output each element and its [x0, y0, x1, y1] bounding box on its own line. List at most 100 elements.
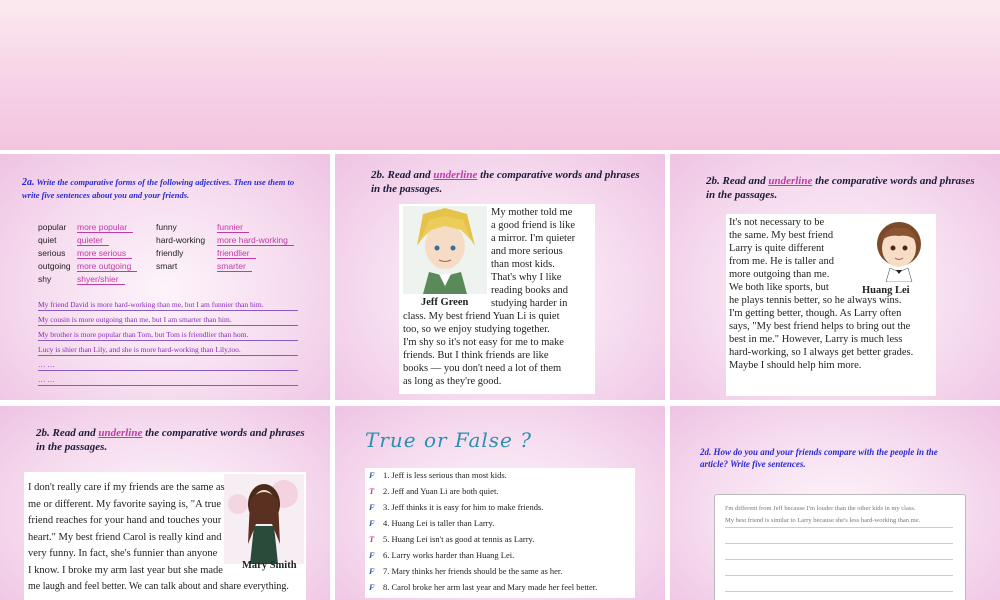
sentence-4: Lucy is shier than Lily, and she is more…: [38, 345, 298, 356]
answer: more hard-working: [217, 235, 294, 246]
slide-heading: 2b. Read and underline the comparative w…: [706, 175, 975, 201]
sentence-6: … …: [38, 375, 298, 386]
tf-item: F 8. Carol broke her arm last year and Ma…: [369, 582, 597, 592]
passage-line: I'm shy so it's not easy for me to make: [403, 337, 564, 348]
example-sentence: I'm different from Jeff because I'm loud…: [725, 505, 916, 512]
answer: shyer/shier: [77, 274, 125, 285]
adjective: quiet: [38, 235, 57, 245]
passage-line: a good friend is like: [491, 220, 575, 231]
adjective: shy: [38, 274, 52, 284]
tf-mark: T: [369, 534, 375, 544]
passage-line: from me. He is taller and: [729, 256, 834, 267]
tf-item: F 7. Mary thinks her friends should be th…: [369, 566, 562, 576]
writing-line: [725, 543, 953, 544]
answer: more outgoing: [77, 261, 138, 272]
writing-line: [725, 575, 953, 576]
writing-line: [725, 559, 953, 560]
passage-line: I don't really care if my friends are th…: [28, 482, 225, 493]
slide-2b-jeff[interactable]: 2b. Read and underline the comparative w…: [335, 154, 665, 400]
passage-line: best in me." However, Larry is much less: [729, 334, 903, 345]
passage-line: the same. My best friend: [729, 230, 834, 241]
top-banner: [0, 0, 1000, 150]
answer: more serious: [77, 248, 133, 259]
tf-item: F 3. Jeff thinks it is easy for him to ma…: [369, 502, 543, 512]
passage-line: books — you don't need a lot of them: [403, 363, 562, 374]
tf-text: 7. Mary thinks her friends should be the…: [383, 566, 563, 576]
sentence-2: My cousin is more outgoing than me, but …: [38, 315, 298, 326]
passage-line: heart." My best friend Carol is really k…: [28, 531, 222, 543]
writing-worksheet[interactable]: I'm different from Jeff because I'm loud…: [714, 494, 966, 600]
passage-line: me or different. My favorite saying is, …: [28, 498, 222, 510]
answer: smarter: [217, 261, 252, 272]
tf-mark: F: [369, 470, 375, 480]
tf-item: F 6. Larry works harder than Huang Lei.: [369, 550, 514, 560]
answer: more popular: [77, 222, 134, 233]
jeff-portrait-icon: [403, 206, 487, 294]
sentence-3: My brother is more popular than Tom, but…: [38, 330, 298, 341]
slide-2a-instruction: 2a. Write the comparative forms of the f…: [22, 177, 295, 200]
passage-line: Larry is quite different: [729, 243, 825, 254]
slide-true-false[interactable]: True or False ? F 1. Jeff is less serious…: [335, 406, 665, 600]
tf-item: T 5. Huang Lei isn't as good at tennis as…: [369, 534, 534, 544]
passage-line: as long as they're good.: [403, 376, 502, 387]
tf-text: 8. Carol broke her arm last year and Mar…: [383, 582, 598, 592]
passage-line: and more serious: [491, 246, 563, 257]
true-false-title: True or False ?: [365, 428, 532, 452]
writing-line: [725, 527, 953, 528]
tf-mark: F: [369, 582, 375, 592]
tf-text: 1. Jeff is less serious than most kids.: [383, 470, 507, 480]
sentence-1: My friend David is more hard-working tha…: [38, 300, 298, 311]
passage-line: class. My best friend Yuan Li is quiet: [403, 311, 560, 322]
passage-line: studying harder in: [491, 298, 568, 309]
answer: funnier: [217, 222, 249, 233]
passage-line: says, "My best friend helps to bring out…: [729, 321, 911, 332]
true-false-list: F 1. Jeff is less serious than most kids.…: [365, 468, 635, 598]
tf-text: 2. Jeff and Yuan Li are both quiet.: [383, 486, 499, 496]
slide-heading: 2b. Read and underline the comparative w…: [36, 427, 305, 453]
adjective: funny: [156, 222, 177, 232]
tf-item: T 2. Jeff and Yuan Li are both quiet.: [369, 486, 498, 496]
passage-line: I know. I broke my arm last year but she…: [28, 564, 223, 576]
slide-2b-huang[interactable]: 2b. Read and underline the comparative w…: [670, 154, 1000, 400]
jeff-passage: Jeff Green My mother told me a good frie…: [399, 204, 595, 394]
passage-line: Maybe I should help him more.: [729, 360, 862, 371]
slide-2a[interactable]: 2a. Write the comparative forms of the f…: [0, 154, 330, 400]
answer: quieter: [77, 235, 109, 246]
tf-text: 3. Jeff thinks it is easy for him to mak…: [383, 502, 544, 512]
tf-text: 4. Huang Lei is taller than Larry.: [383, 518, 495, 528]
tf-item: F 1. Jeff is less serious than most kids.: [369, 470, 507, 480]
passage-line: more outgoing than me.: [729, 269, 830, 280]
tf-text: 6. Larry works harder than Huang Lei.: [383, 550, 515, 560]
adjective: smart: [156, 261, 178, 271]
example-sentence: My best friend is similar to Larry becau…: [725, 517, 921, 524]
adjective: serious: [38, 248, 66, 258]
passage-line: It's not necessary to be: [729, 217, 825, 228]
slide-2b-mary[interactable]: 2b. Read and underline the comparative w…: [0, 406, 330, 600]
adjective: outgoing: [38, 261, 71, 271]
huang-portrait-icon: [877, 222, 921, 282]
passage-line: friends. But I think friends are like: [403, 350, 549, 361]
tf-mark: F: [369, 502, 375, 512]
mary-passage: Mary Smith I don't really care if my fri…: [24, 472, 306, 600]
tf-mark: F: [369, 566, 375, 576]
sentence-5: … …: [38, 360, 298, 371]
passage-line: friend reaches for your hand and touches…: [28, 515, 222, 526]
tf-mark: F: [369, 550, 375, 560]
tf-mark: T: [369, 486, 375, 496]
passage-line: That's why I like: [491, 272, 562, 283]
passage-line: reading books and: [491, 285, 568, 296]
writing-line: [725, 591, 953, 592]
huang-passage: It's not necessary to be the same. My be…: [726, 214, 936, 396]
jeff-name: Jeff Green: [421, 297, 469, 308]
slide-heading: 2b. Read and underline the comparative w…: [371, 169, 640, 195]
tf-mark: F: [369, 518, 375, 528]
passage-line: I'm getting better, though. As Larry oft…: [729, 308, 902, 319]
passage-line: he plays tennis better, so he always win…: [729, 295, 902, 306]
adjective: hard-working: [156, 235, 206, 245]
passage-line: very funny. In fact, she's funnier than …: [28, 548, 218, 559]
slide-2d[interactable]: 2d. How do you and your friends compare …: [670, 406, 1000, 600]
answer: friendlier: [217, 248, 256, 259]
passage-line: me laugh and feel better. We can talk ab…: [28, 581, 289, 592]
passage-line: hard-working, so I always get better gra…: [729, 347, 914, 358]
adjective: friendly: [156, 248, 184, 258]
